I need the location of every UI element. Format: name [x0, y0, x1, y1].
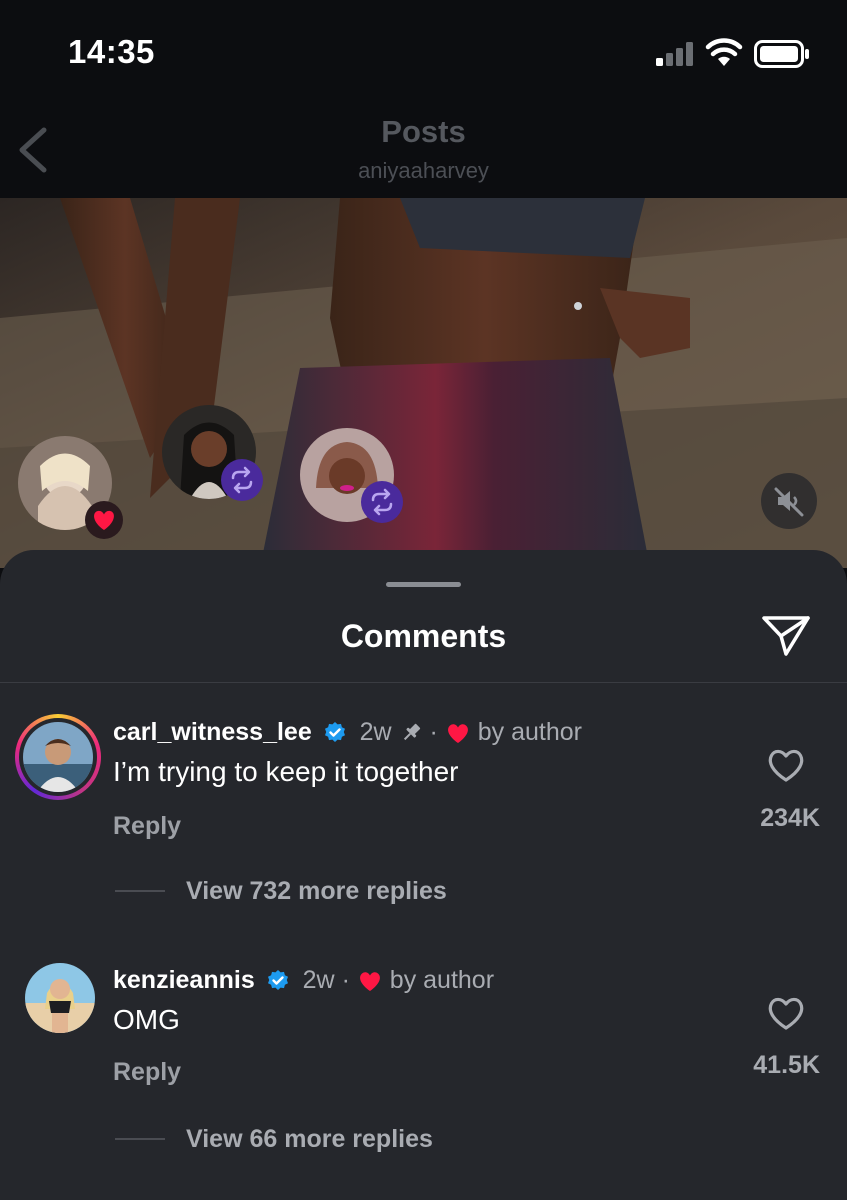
comment-text: OMG [113, 1004, 180, 1035]
repost-reaction-icon [221, 459, 263, 501]
story-ring[interactable] [15, 714, 101, 800]
comment-meta: carl_witness_lee 2w · by author [113, 718, 582, 747]
like-count: 41.5K [753, 1051, 820, 1079]
replies-divider [115, 1138, 165, 1140]
comments-sheet: Comments carl_witness_lee 2w · by author… [0, 550, 847, 1200]
status-time: 14:35 [68, 33, 155, 70]
post-author-username[interactable]: aniyaaharvey [0, 158, 847, 184]
battery-icon [754, 40, 809, 68]
wifi-icon [705, 38, 743, 66]
replies-divider [115, 890, 165, 892]
heart-filled-icon [447, 724, 468, 744]
sheet-divider [0, 682, 847, 683]
mute-button[interactable] [761, 473, 817, 529]
post-video-frame [0, 198, 847, 568]
meta-separator: · [341, 966, 357, 994]
view-replies-link[interactable]: View 732 more replies [186, 877, 447, 906]
heart-filled-icon [359, 972, 380, 992]
status-bar: 14:35 [0, 0, 847, 100]
liked-by-author-label: by author [389, 966, 495, 994]
speaker-muted-icon [774, 487, 804, 517]
comment-text: I’m trying to keep it together [113, 756, 459, 787]
reply-button[interactable]: Reply [113, 812, 181, 841]
heart-outline-icon[interactable] [765, 744, 807, 784]
reply-button[interactable]: Reply [113, 1058, 181, 1087]
send-icon[interactable] [760, 612, 812, 658]
meta-separator: · [429, 718, 445, 746]
pin-icon [403, 724, 420, 741]
comment-username[interactable]: carl_witness_lee [113, 718, 312, 746]
comments-title: Comments [340, 618, 507, 654]
comment-age: 2w [359, 718, 392, 746]
verified-badge-icon [324, 722, 345, 743]
heart-reaction-icon [85, 501, 123, 539]
like-count: 234K [760, 804, 820, 832]
page-title: Posts [381, 114, 466, 149]
posts-header: Posts aniyaaharvey [0, 100, 847, 198]
comment-username[interactable]: kenzieannis [113, 966, 255, 994]
cellular-signal-icon [656, 42, 693, 66]
comment-age: 2w [302, 966, 335, 994]
liked-by-author-label: by author [477, 718, 583, 746]
verified-badge-icon [267, 970, 288, 991]
avatar[interactable] [25, 963, 95, 1033]
view-replies-link[interactable]: View 66 more replies [186, 1125, 433, 1154]
comment-meta: kenzieannis 2w · by author [113, 966, 494, 995]
avatar [23, 722, 93, 792]
post-video[interactable] [0, 198, 847, 568]
repost-reaction-icon [361, 481, 403, 523]
heart-outline-icon[interactable] [765, 992, 807, 1032]
sheet-grabber[interactable] [386, 582, 461, 587]
